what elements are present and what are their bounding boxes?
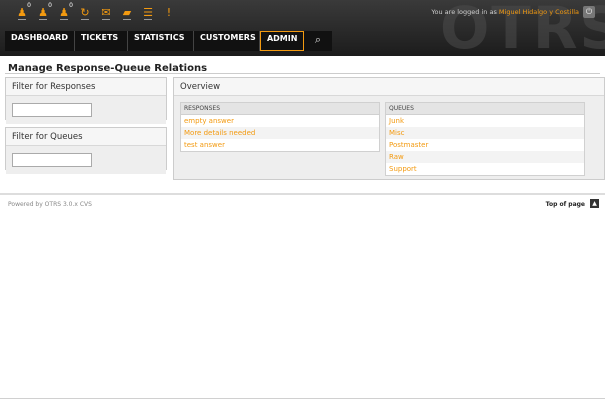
login-info: You are logged in as Miguel Hidalgo y Co… (431, 8, 579, 16)
list-item[interactable]: Misc (386, 127, 584, 139)
main-nav: DASHBOARD TICKETS STATISTICS CUSTOMERS A… (5, 31, 332, 51)
filter-queues-title: Filter for Queues (6, 128, 166, 146)
queues-header: QUEUES (386, 103, 584, 115)
top-of-page-link[interactable]: Top of page (546, 201, 585, 208)
toolbar: ♟ 0 ♟ 0 ♟ 0 ↻ ✉ ▰ ☰ ! (12, 2, 180, 26)
filter-queues-input[interactable] (12, 153, 92, 167)
list-item[interactable]: Junk (386, 115, 584, 127)
nav-admin[interactable]: ADMIN (259, 31, 304, 51)
filter-queues-widget: Filter for Queues (5, 127, 167, 174)
filter-responses-title: Filter for Responses (6, 78, 166, 96)
login-prefix: You are logged in as (431, 8, 497, 16)
list-item[interactable]: Postmaster (386, 139, 584, 151)
footer-divider (0, 193, 605, 195)
nav-dashboard[interactable]: DASHBOARD (5, 31, 75, 51)
responsible-count: 0 (69, 2, 73, 9)
responses-list: RESPONSES empty answer More details need… (180, 102, 380, 152)
bottom-divider (0, 398, 605, 399)
watched-tickets-icon[interactable]: ♟ 0 (33, 2, 53, 26)
user-name-link[interactable]: Miguel Hidalgo y Costilla (499, 8, 579, 16)
alert-icon[interactable]: ! (159, 6, 179, 26)
arrow-up-icon[interactable]: ▲ (590, 199, 599, 208)
folder-icon[interactable]: ▰ (117, 6, 137, 26)
list-item[interactable]: More details needed (181, 127, 379, 139)
nav-tickets[interactable]: TICKETS (75, 31, 128, 51)
list-icon[interactable]: ☰ (138, 6, 158, 26)
overview-widget: Overview RESPONSES empty answer More det… (173, 77, 605, 180)
list-item[interactable]: Raw (386, 151, 584, 163)
search-icon[interactable]: ⌕ (304, 31, 332, 51)
responses-header: RESPONSES (181, 103, 379, 115)
filter-responses-widget: Filter for Responses (5, 77, 167, 124)
queues-list: QUEUES Junk Misc Postmaster Raw Support (385, 102, 585, 176)
filter-responses-input[interactable] (12, 103, 92, 117)
locked-tickets-icon[interactable]: ♟ 0 (12, 2, 32, 26)
list-item[interactable]: test answer (181, 139, 379, 151)
nav-customers[interactable]: CUSTOMERS (194, 31, 260, 51)
new-email-icon[interactable]: ✉ (96, 6, 116, 26)
responsible-tickets-icon[interactable]: ♟ 0 (54, 2, 74, 26)
refresh-icon[interactable]: ↻ (75, 6, 95, 26)
header: ♟ 0 ♟ 0 ♟ 0 ↻ ✉ ▰ ☰ ! OTRS You are logged i… (0, 0, 605, 62)
list-item[interactable]: Support (386, 163, 584, 175)
locked-count: 0 (27, 2, 31, 9)
logout-icon[interactable]: ⏻ (583, 6, 595, 18)
watched-count: 0 (48, 2, 52, 9)
nav-statistics[interactable]: STATISTICS (128, 31, 194, 51)
powered-by-text: Powered by OTRS 3.0.x CVS (8, 201, 92, 208)
list-item[interactable]: empty answer (181, 115, 379, 127)
title-divider (5, 73, 600, 74)
overview-title: Overview (174, 78, 604, 96)
